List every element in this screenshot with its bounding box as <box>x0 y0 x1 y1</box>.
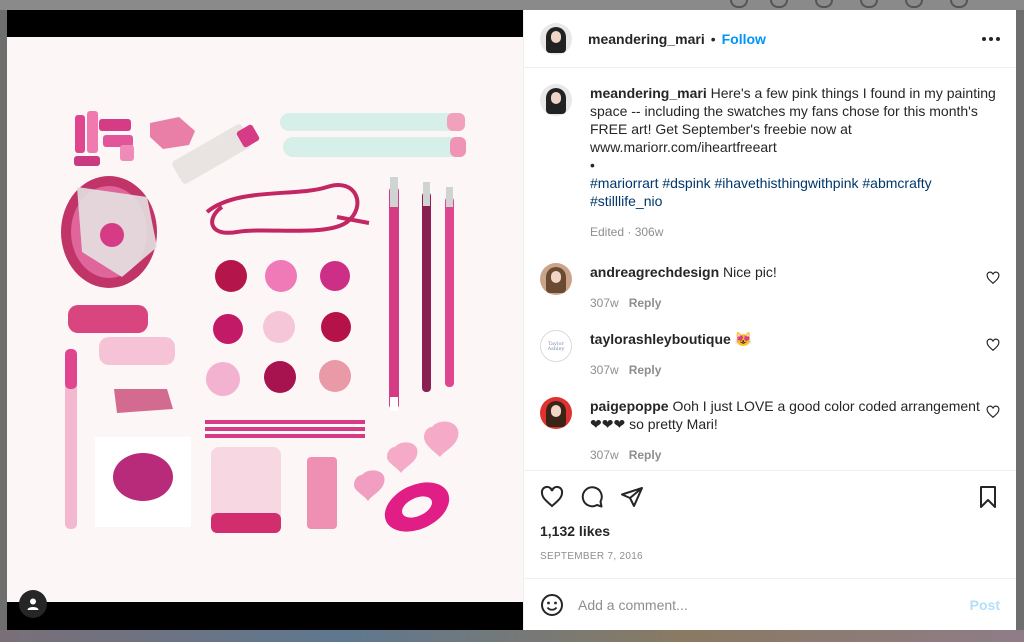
user-tag-button[interactable] <box>19 590 47 618</box>
post-caption: meandering_mari Here's a few pink things… <box>540 84 1000 241</box>
add-comment-bar: Post <box>524 578 1016 630</box>
hashtag-link[interactable]: #dspink <box>662 175 710 191</box>
post-photo[interactable] <box>7 37 523 602</box>
caption-link[interactable]: www.mariorr.com/iheartfreeart <box>590 139 777 155</box>
reply-button[interactable]: Reply <box>629 363 662 377</box>
separator-dot: • <box>710 30 716 47</box>
post-actions: 1,132 likes SEPTEMBER 7, 2016 <box>524 470 1016 578</box>
comment-item: Taylor Ashley taylorashleyboutique 😻 307… <box>540 330 1000 379</box>
activity-icon <box>905 0 923 8</box>
share-icon[interactable] <box>620 485 644 509</box>
commenter-avatar[interactable] <box>540 263 572 295</box>
hashtag-link[interactable]: #abmcrafty <box>862 175 931 191</box>
follow-button[interactable]: Follow <box>722 31 766 47</box>
hashtag-link[interactable]: #mariorrart <box>590 175 658 191</box>
reply-button[interactable]: Reply <box>629 448 662 462</box>
author-username[interactable]: meandering_mari <box>588 31 705 47</box>
emoji-icon[interactable] <box>540 593 564 617</box>
caption-meta: Edited · 306w <box>590 225 664 239</box>
comment-like-icon[interactable] <box>986 271 1000 285</box>
user-tag-icon <box>27 598 39 610</box>
post-date: SEPTEMBER 7, 2016 <box>540 551 643 562</box>
heart-icon[interactable] <box>540 485 564 509</box>
comment-item: andreagrechdesign Nice pic! 307w Reply <box>540 263 1000 312</box>
commenter-username[interactable]: taylorashleyboutique <box>590 331 731 347</box>
comment-item: paigepoppe Ooh I just LOVE a good color … <box>540 397 1000 464</box>
caption-username[interactable]: meandering_mari <box>590 85 707 101</box>
comments-list[interactable]: meandering_mari Here's a few pink things… <box>524 68 1016 470</box>
messenger-icon <box>770 0 788 8</box>
caption-bullet: • <box>590 157 595 173</box>
post-header: meandering_mari • Follow <box>524 10 1016 68</box>
background-feed-bottom <box>0 630 1024 642</box>
comment-icon[interactable] <box>580 485 604 509</box>
background-feed-top <box>0 0 1024 10</box>
flatlay-image <box>61 111 466 533</box>
post-modal: meandering_mari • Follow meandering_mari… <box>7 10 1016 630</box>
brand-logo: Taylor Ashley <box>547 341 565 352</box>
profile-icon <box>950 0 968 8</box>
comment-age: 307w <box>590 296 619 310</box>
reply-button[interactable]: Reply <box>629 296 662 310</box>
post-details-panel: meandering_mari • Follow meandering_mari… <box>523 10 1016 630</box>
likes-count[interactable]: 1,132 likes <box>540 523 1000 539</box>
commenter-username[interactable]: andreagrechdesign <box>590 264 719 280</box>
hashtag-link[interactable]: #ihavethisthingwithpink <box>715 175 859 191</box>
comment-text: Nice pic! <box>723 264 777 280</box>
home-icon <box>730 0 748 8</box>
comment-like-icon[interactable] <box>986 405 1000 419</box>
hashtag-link[interactable]: #stilllife_nio <box>590 193 662 209</box>
commenter-avatar[interactable]: Taylor Ashley <box>540 330 572 362</box>
comment-input[interactable] <box>578 596 970 613</box>
commenter-username[interactable]: paigepoppe <box>590 398 669 414</box>
post-comment-button[interactable]: Post <box>970 597 1000 613</box>
explore-icon <box>860 0 878 8</box>
comment-text: 😻 <box>734 331 753 347</box>
comment-age: 307w <box>590 363 619 377</box>
bookmark-icon[interactable] <box>976 485 1000 509</box>
caption-avatar[interactable] <box>540 84 572 116</box>
commenter-avatar[interactable] <box>540 397 572 429</box>
post-media[interactable] <box>7 10 523 630</box>
comment-age: 307w <box>590 448 619 462</box>
create-icon <box>815 0 833 8</box>
comment-like-icon[interactable] <box>986 338 1000 352</box>
ellipsis-icon[interactable] <box>982 31 1000 47</box>
author-avatar[interactable] <box>540 22 572 55</box>
